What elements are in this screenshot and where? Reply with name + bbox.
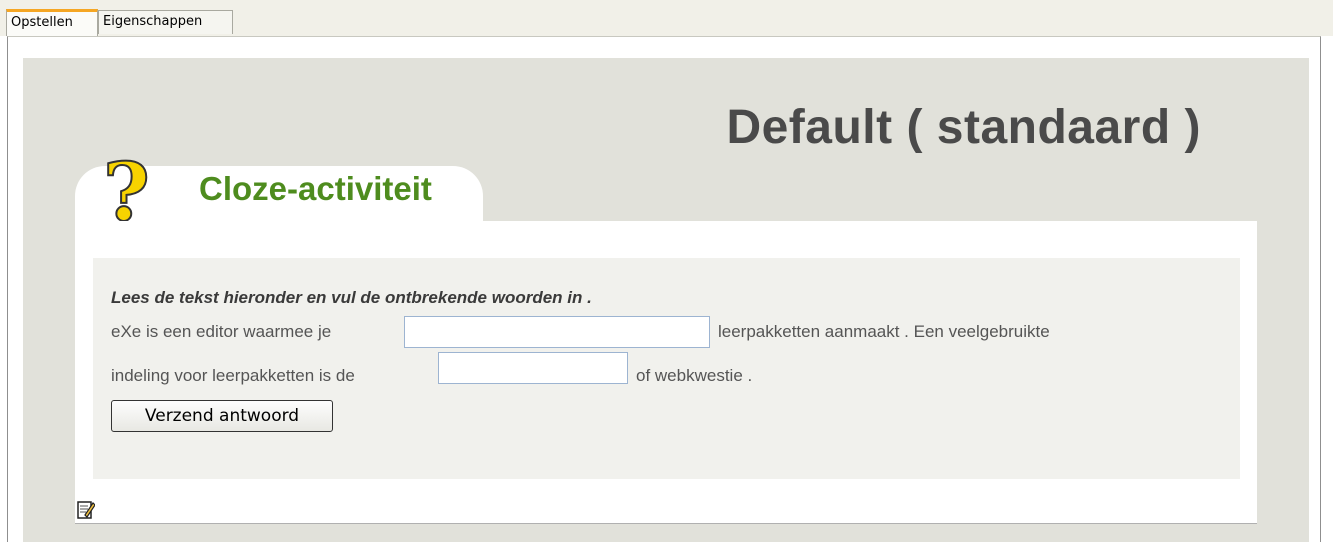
edit-icon[interactable] [77, 500, 95, 520]
instructions-text: Lees de tekst hieronder en vul de ontbre… [111, 288, 592, 307]
tab-eigenschappen[interactable]: Eigenschappen [98, 10, 233, 34]
cloze-text-line1-end: leerpakketten aanmaakt . Een veelgebruik… [718, 322, 1050, 341]
cloze-text-line1-start: eXe is een editor waarmee je [111, 322, 332, 341]
tab-opstellen[interactable]: Opstellen [6, 9, 98, 36]
cloze-blank-1[interactable] [404, 316, 710, 348]
cloze-text-line2-start: indeling voor leerpakketten is de [111, 366, 355, 385]
page-title: Default ( standaard ) [726, 101, 1201, 154]
submit-answer-button[interactable]: Verzend antwoord [111, 400, 333, 432]
idevice-title: Cloze-activiteit [199, 170, 432, 207]
cloze-text-line2-end: of webkwestie . [636, 366, 753, 385]
cloze-blank-2[interactable] [438, 352, 628, 384]
question-mark-icon: ? [102, 145, 151, 239]
tab-bar: Opstellen Eigenschappen [0, 0, 1333, 36]
